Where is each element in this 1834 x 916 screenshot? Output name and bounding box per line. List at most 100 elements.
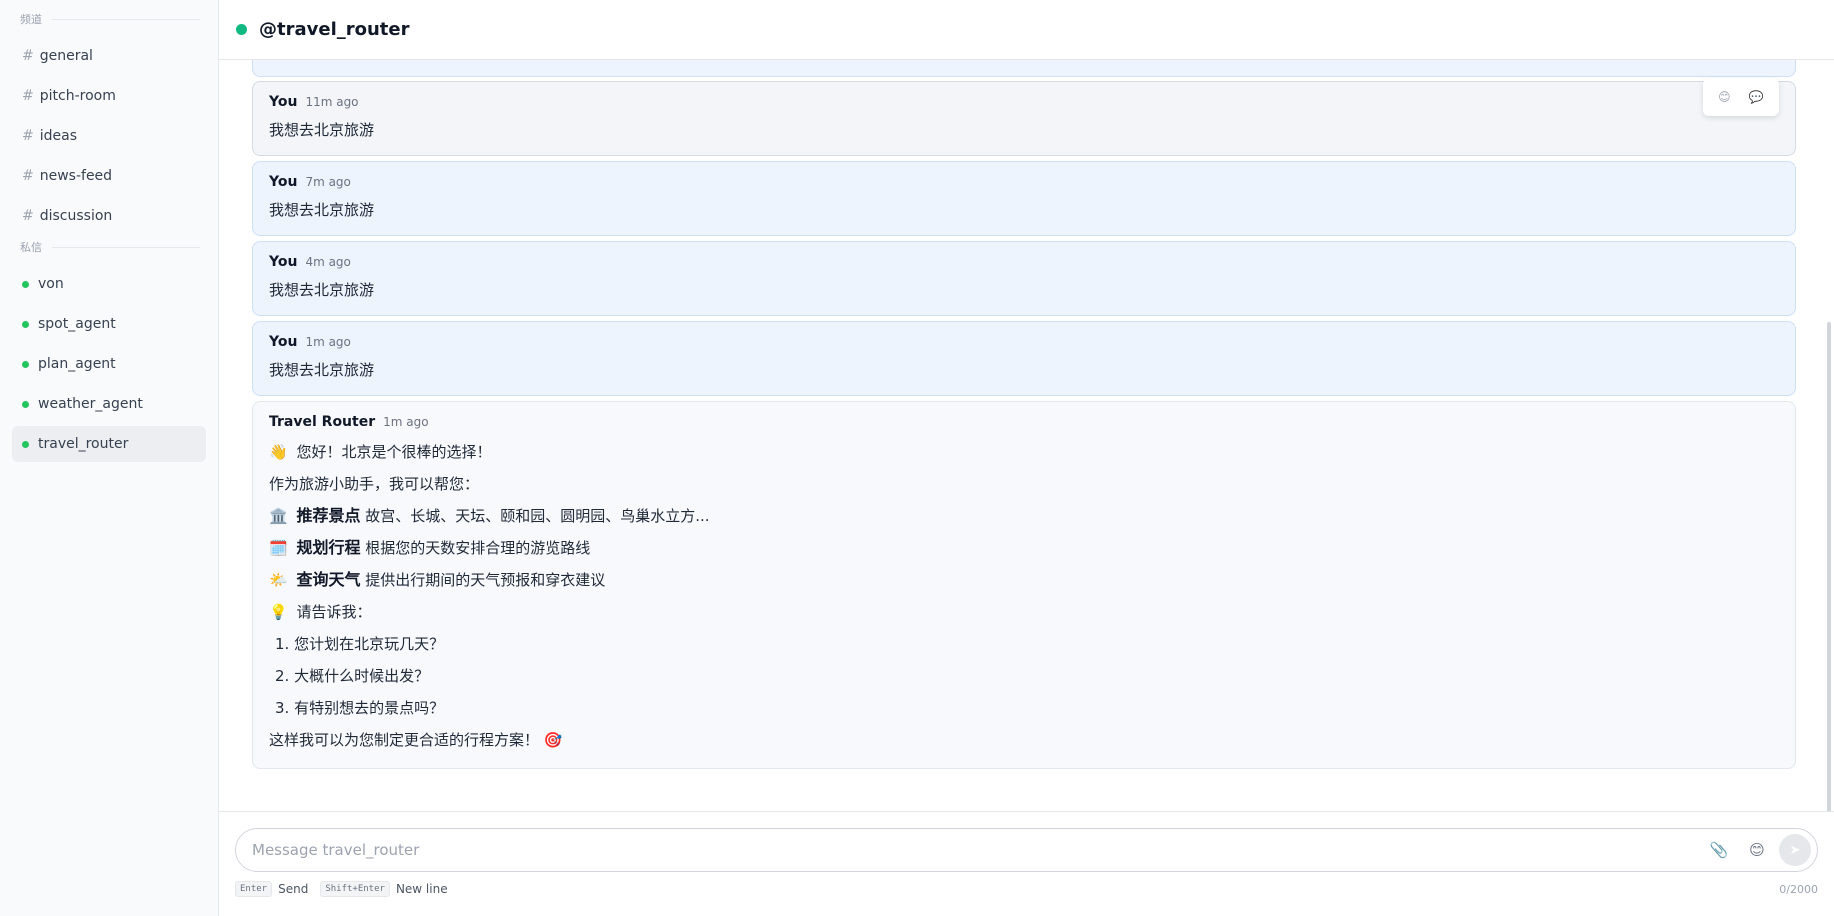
sidebar-item-travel-router[interactable]: travel_router: [12, 426, 206, 462]
feature-desc: 提供出行期间的天气预报和穿衣建议: [365, 571, 606, 589]
question-item: 3. 有特别想去的景点吗？: [275, 699, 445, 717]
message-item[interactable]: You 11m ago 我想去北京旅游 😊 💬: [252, 78, 1796, 156]
composer-hints: Enter Send Shift+Enter New line 0/2000: [235, 881, 1818, 897]
sidebar-item-label: pitch-room: [39, 88, 116, 104]
sidebar-item-discussion[interactable]: # discussion: [12, 198, 206, 234]
message-hover-toolbar: 😊 💬: [1703, 78, 1779, 116]
chat-title: @travel_router: [259, 19, 410, 40]
message-timestamp: 1m ago: [305, 335, 351, 349]
hash-icon: #: [22, 128, 34, 144]
sidebar-item-news-feed[interactable]: # news-feed: [12, 158, 206, 194]
message-timestamp: 7m ago: [305, 175, 351, 189]
message-item[interactable]: You 4m ago 我想去北京旅游: [252, 241, 1796, 316]
chat-panel: @travel_router You 11m ago 我想去北京旅游 😊 💬 Y…: [219, 0, 1834, 916]
lightbulb-icon: 💡: [269, 603, 288, 621]
send-button[interactable]: ➤: [1779, 834, 1811, 866]
target-icon: 🎯: [543, 731, 563, 749]
channels-header-label: 频道: [20, 13, 42, 26]
online-status-dot: [22, 320, 29, 328]
chat-header: @travel_router: [219, 0, 1834, 60]
sidebar-item-ideas[interactable]: # ideas: [12, 118, 206, 154]
message-item-partial: [252, 60, 1796, 77]
feature-title: 查询天气: [296, 570, 361, 589]
enter-key-hint: Enter: [235, 881, 273, 897]
message-text: 我想去北京旅游: [269, 361, 375, 379]
calendar-icon: 🗓️: [269, 539, 288, 557]
ask-line: 💡 请告诉我：: [269, 596, 1779, 628]
divider: [52, 246, 200, 248]
intro-text: 作为旅游小助手，我可以帮您：: [269, 475, 480, 493]
hash-icon: #: [22, 208, 34, 224]
sidebar-item-weather-agent[interactable]: weather_agent: [12, 386, 206, 422]
feature-item: 🌤️ 查询天气 提供出行期间的天气预报和穿衣建议: [269, 564, 1779, 596]
bot-message-item[interactable]: Travel Router 1m ago 👋 您好！北京是个很棒的选择！ 作为旅…: [252, 401, 1796, 769]
message-list[interactable]: You 11m ago 我想去北京旅游 😊 💬 You 7m ago 我想去北京…: [219, 60, 1834, 811]
message-input[interactable]: [252, 841, 1697, 859]
greeting-line: 👋 您好！北京是个很棒的选择！: [269, 436, 1779, 468]
sidebar-item-label: spot_agent: [38, 316, 116, 332]
emoji-picker-icon[interactable]: 😊: [1741, 834, 1773, 866]
sidebar-item-label: news-feed: [39, 168, 113, 184]
question-item: 1. 您计划在北京玩几天？: [275, 635, 445, 653]
scrollbar-thumb[interactable]: [1827, 322, 1831, 811]
hash-icon: #: [22, 88, 34, 104]
feature-item: 🗓️ 规划行程 根据您的天数安排合理的游览路线: [269, 532, 1779, 564]
hash-icon: #: [22, 48, 34, 64]
message-timestamp: 11m ago: [305, 95, 359, 109]
dms-section-header: 私信: [20, 238, 206, 256]
add-reaction-icon[interactable]: 😊: [1718, 90, 1731, 104]
message-author: You: [269, 174, 298, 190]
greeting-text: 您好！北京是个很棒的选择！: [296, 443, 492, 461]
message-input-box: 📎 😊 ➤: [235, 828, 1818, 872]
sidebar-item-label: discussion: [39, 208, 113, 224]
closing-line: 这样我可以为您制定更合适的行程方案！ 🎯: [269, 724, 1779, 756]
channels-section-header: 频道: [20, 10, 206, 28]
sidebar-item-spot-agent[interactable]: spot_agent: [12, 306, 206, 342]
sidebar-item-label: plan_agent: [38, 356, 116, 372]
feature-title: 规划行程: [296, 538, 361, 557]
sidebar-item-label: travel_router: [38, 436, 129, 452]
sidebar-item-von[interactable]: von: [12, 266, 206, 302]
feature-item: 🏛️ 推荐景点 故宫、长城、天坛、颐和园、圆明园、鸟巢水立方...: [269, 500, 1779, 532]
shift-enter-key-hint: Shift+Enter: [320, 881, 390, 897]
online-status-dot: [22, 360, 29, 368]
message-author: You: [269, 334, 298, 350]
send-icon: ➤: [1789, 842, 1801, 858]
dms-header-label: 私信: [20, 241, 42, 254]
online-status-dot: [22, 440, 29, 448]
feature-desc: 根据您的天数安排合理的游览路线: [365, 539, 591, 557]
question-item: 2. 大概什么时候出发？: [275, 667, 430, 685]
reply-icon[interactable]: 💬: [1749, 90, 1764, 104]
message-item[interactable]: You 1m ago 我想去北京旅游: [252, 321, 1796, 396]
message-text: 我想去北京旅游: [269, 121, 375, 139]
message-author: You: [269, 94, 298, 110]
online-status-dot: [22, 400, 29, 408]
online-status-dot: [236, 24, 247, 35]
attachment-icon[interactable]: 📎: [1703, 834, 1735, 866]
divider: [52, 18, 200, 20]
weather-icon: 🌤️: [269, 571, 288, 589]
message-timestamp: 1m ago: [383, 415, 429, 429]
sidebar-item-label: general: [39, 48, 93, 64]
message-composer: 📎 😊 ➤ Enter Send Shift+Enter New line 0/…: [219, 811, 1834, 916]
message-item[interactable]: You 7m ago 我想去北京旅游: [252, 161, 1796, 236]
message-author: Travel Router: [269, 414, 376, 430]
character-counter: 0/2000: [1779, 882, 1818, 896]
message-text: 我想去北京旅游: [269, 201, 375, 219]
hash-icon: #: [22, 168, 34, 184]
sidebar-item-general[interactable]: # general: [12, 38, 206, 74]
closing-text: 这样我可以为您制定更合适的行程方案！: [269, 731, 540, 749]
message-timestamp: 4m ago: [305, 255, 351, 269]
message-text: 我想去北京旅游: [269, 281, 375, 299]
ask-text: 请告诉我：: [296, 603, 372, 621]
sidebar-item-plan-agent[interactable]: plan_agent: [12, 346, 206, 382]
sidebar-item-pitch-room[interactable]: # pitch-room: [12, 78, 206, 114]
sidebar-item-label: weather_agent: [38, 396, 143, 412]
feature-title: 推荐景点: [296, 506, 361, 525]
send-hint-label: Send: [278, 882, 309, 896]
message-author: You: [269, 254, 298, 270]
sidebar-item-label: von: [38, 276, 64, 292]
newline-hint-label: New line: [395, 882, 448, 896]
online-status-dot: [22, 280, 29, 288]
feature-desc: 故宫、长城、天坛、颐和园、圆明园、鸟巢水立方...: [365, 507, 710, 525]
